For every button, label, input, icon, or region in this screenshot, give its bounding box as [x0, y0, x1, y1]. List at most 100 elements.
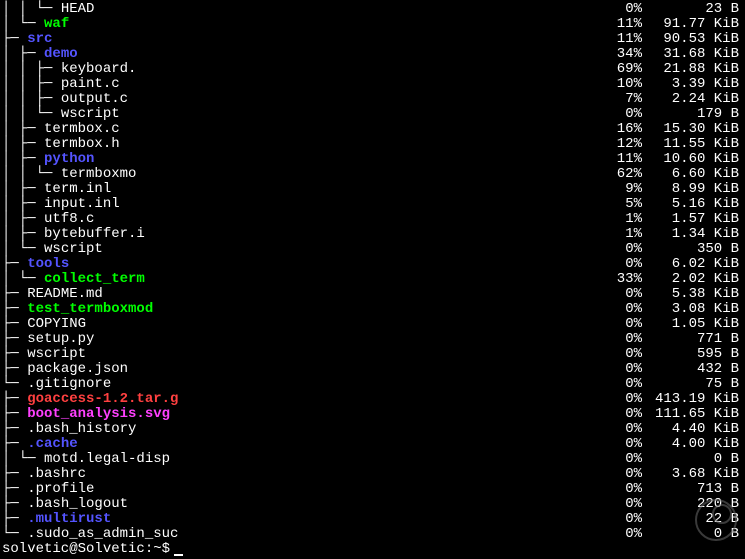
percentage: 7% [588, 92, 648, 107]
tree-row: │ ├─ utf8.c1%1.57 KiB [2, 212, 743, 227]
tree-row: ├─ setup.py0%771 B [2, 332, 743, 347]
file-size: 1.05 KiB [648, 317, 743, 332]
file-size: 31.68 KiB [648, 47, 743, 62]
percentage: 11% [588, 32, 648, 47]
tree-row: │ │ ├─ paint.c10%3.39 KiB [2, 77, 743, 92]
percentage: 0% [588, 407, 648, 422]
spacer [120, 107, 588, 122]
file-name: wscript [44, 242, 103, 257]
percentage: 0% [588, 287, 648, 302]
tree-row: ├─ COPYING0%1.05 KiB [2, 317, 743, 332]
shell-prompt: solvetic@Solvetic:~$ [2, 542, 170, 557]
spacer [86, 317, 588, 332]
file-tree-listing: │ │ └─ HEAD0%23 B│ └─ waf11%91.77 KiB├─ … [2, 2, 743, 542]
tree-row: │ ├─ demo34%31.68 KiB [2, 47, 743, 62]
tree-prefix: │ └─ [2, 272, 44, 287]
file-name: test_termboxmod [27, 302, 153, 317]
spacer [78, 47, 588, 62]
tree-prefix: │ ├─ [2, 227, 44, 242]
file-size: 4.00 KiB [648, 437, 743, 452]
percentage: 0% [588, 332, 648, 347]
file-name: term.inl [44, 182, 111, 197]
tree-prefix: │ ├─ [2, 182, 44, 197]
file-size: 10.60 KiB [648, 152, 743, 167]
tree-prefix: │ ├─ [2, 197, 44, 212]
file-name: demo [44, 47, 78, 62]
shell-prompt-line[interactable]: solvetic@Solvetic:~$ [2, 542, 743, 557]
file-size: 1.57 KiB [648, 212, 743, 227]
tree-row: ├─ .multirust0%22 B [2, 512, 743, 527]
file-size: 771 B [648, 332, 743, 347]
file-size: 2.24 KiB [648, 92, 743, 107]
file-size: 91.77 KiB [648, 17, 743, 32]
file-size: 11.55 KiB [648, 137, 743, 152]
file-name: termbox.c [44, 122, 120, 137]
tree-prefix: └─ [2, 377, 27, 392]
tree-row: │ ├─ input.inl5%5.16 KiB [2, 197, 743, 212]
file-size: 3.08 KiB [648, 302, 743, 317]
tree-prefix: ├─ [2, 347, 27, 362]
file-name: termboxmo [61, 167, 137, 182]
file-size: 75 B [648, 377, 743, 392]
tree-prefix: ├─ [2, 407, 27, 422]
file-name: goaccess-1.2.tar.g [27, 392, 178, 407]
spacer [103, 287, 588, 302]
tree-row: ├─ boot_analysis.svg0%111.65 KiB [2, 407, 743, 422]
spacer [52, 32, 588, 47]
percentage: 11% [588, 17, 648, 32]
spacer [120, 77, 588, 92]
percentage: 1% [588, 212, 648, 227]
tree-row: │ └─ motd.legal-disp0%0 B [2, 452, 743, 467]
file-name: .multirust [27, 512, 111, 527]
tree-prefix: ├─ [2, 392, 27, 407]
file-name: input.inl [44, 197, 120, 212]
spacer [111, 377, 588, 392]
spacer [120, 122, 588, 137]
file-name: tools [27, 257, 69, 272]
tree-prefix: ├─ [2, 422, 27, 437]
file-name: waf [44, 17, 69, 32]
tree-prefix: │ ├─ [2, 212, 44, 227]
tree-row: │ └─ wscript0%350 B [2, 242, 743, 257]
file-size: 4.40 KiB [648, 422, 743, 437]
file-size: 179 B [648, 107, 743, 122]
file-name: boot_analysis.svg [27, 407, 170, 422]
tree-prefix: │ ├─ [2, 137, 44, 152]
file-name: package.json [27, 362, 128, 377]
spacer [111, 182, 588, 197]
file-name: keyboard. [61, 62, 137, 77]
tree-prefix: ├─ [2, 317, 27, 332]
spacer [170, 407, 588, 422]
file-name: wscript [27, 347, 86, 362]
percentage: 0% [588, 452, 648, 467]
file-name: python [44, 152, 94, 167]
tree-row: ├─ src11%90.53 KiB [2, 32, 743, 47]
tree-row: │ └─ collect_term33%2.02 KiB [2, 272, 743, 287]
tree-row: │ ├─ python 11%10.60 KiB [2, 152, 743, 167]
file-size: 2.02 KiB [648, 272, 743, 287]
percentage: 62% [588, 167, 648, 182]
percentage: 0% [588, 437, 648, 452]
tree-prefix: │ │ └─ [2, 2, 61, 17]
tree-prefix: │ │ ├─ [2, 92, 61, 107]
file-name: .gitignore [27, 377, 111, 392]
tree-prefix: │ └─ [2, 17, 44, 32]
tree-prefix: │ ├─ [2, 152, 44, 167]
file-name: motd.legal-disp [44, 452, 170, 467]
percentage: 1% [588, 227, 648, 242]
spacer [94, 152, 588, 167]
percentage: 0% [588, 347, 648, 362]
watermark-icon [695, 499, 737, 541]
file-name: HEAD [61, 2, 95, 17]
tree-row: ├─ .bash_history0%4.40 KiB [2, 422, 743, 437]
file-name: README.md [27, 287, 103, 302]
percentage: 0% [588, 242, 648, 257]
spacer [178, 392, 588, 407]
file-name: .cache [27, 437, 77, 452]
file-size: 6.60 KiB [648, 167, 743, 182]
percentage: 69% [588, 62, 648, 77]
file-size: 6.02 KiB [648, 257, 743, 272]
percentage: 11% [588, 152, 648, 167]
file-size: 21.88 KiB [648, 62, 743, 77]
file-name: collect_term [44, 272, 145, 287]
